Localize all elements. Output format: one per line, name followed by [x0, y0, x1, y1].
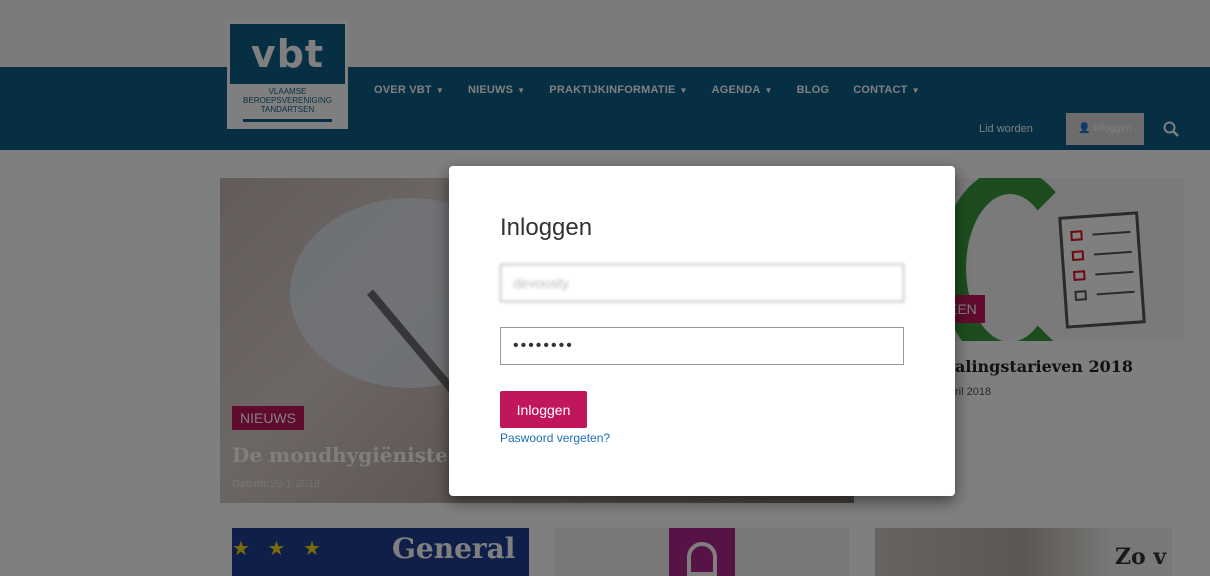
modal-title: Inloggen — [500, 214, 593, 241]
password-input[interactable] — [500, 327, 904, 365]
forgot-password-link[interactable]: Paswoord vergeten? — [500, 431, 610, 445]
username-input[interactable] — [500, 264, 904, 302]
login-submit-button[interactable]: Inloggen — [500, 391, 587, 428]
login-modal: Inloggen Inloggen Paswoord vergeten? — [449, 166, 955, 496]
